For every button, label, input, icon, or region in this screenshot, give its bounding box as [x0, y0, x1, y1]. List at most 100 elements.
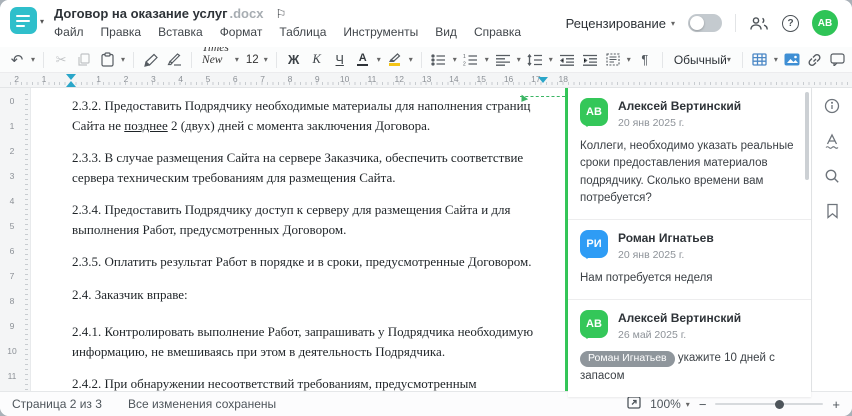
- paragraph-style-select[interactable]: Обычный ▾: [671, 53, 734, 67]
- underline-button[interactable]: Ч: [331, 50, 349, 70]
- line-spacing-caret-icon[interactable]: ▾: [549, 55, 553, 64]
- style-value: Обычный: [673, 52, 727, 67]
- paragraph[interactable]: 2.4. Заказчик вправе:: [72, 285, 539, 305]
- menu-item[interactable]: Вставка: [158, 25, 203, 39]
- italic-button[interactable]: К: [308, 50, 326, 70]
- zoom-select[interactable]: 100% ▾: [650, 397, 690, 411]
- zoom-out-button[interactable]: −: [699, 397, 707, 412]
- menu-item[interactable]: Инструменты: [343, 25, 418, 39]
- comment[interactable]: АВ Алексей Вертинский 26 май 2025 г. Ром…: [568, 299, 811, 397]
- bullet-list-caret-icon[interactable]: ▾: [453, 55, 457, 64]
- mention-chip[interactable]: Роман Игнатьев: [580, 351, 675, 368]
- comment-avatar: АВ: [580, 310, 608, 340]
- horizontal-ruler[interactable]: 2 1 1 2 3 4 5 6 7 8 9 10 11 12 13 14 15 16 17 18: [0, 73, 852, 88]
- line-spacing-button[interactable]: [526, 50, 544, 70]
- copy-icon[interactable]: [75, 50, 93, 70]
- collaboration-users-icon[interactable]: [749, 13, 769, 33]
- ruler-number: 2: [9, 146, 15, 156]
- document-page[interactable]: 2.3.2. Предоставить Подрядчику необходим…: [31, 88, 565, 391]
- ruler-number: 6: [232, 74, 238, 84]
- align-caret-icon[interactable]: ▾: [517, 55, 521, 64]
- ruler-number: 12: [394, 74, 404, 84]
- menu-item[interactable]: Формат: [220, 25, 263, 39]
- tracked-insertion: позднее: [124, 117, 168, 133]
- info-icon[interactable]: [823, 97, 841, 115]
- comment[interactable]: РИ Роман Игнатьев 20 янв 2025 г. Нам пот…: [568, 219, 811, 299]
- left-indent-marker[interactable]: [66, 81, 76, 87]
- paragraph[interactable]: 2.3.3. В случае размещения Сайта на серв…: [72, 148, 539, 187]
- panel-scrollbar[interactable]: [805, 92, 809, 180]
- nonprinting-chars-button[interactable]: ¶: [636, 50, 654, 70]
- paste-dropdown-caret-icon[interactable]: ▾: [121, 55, 125, 64]
- insert-comment-button[interactable]: [829, 50, 847, 70]
- menu-item[interactable]: Справка: [474, 25, 521, 39]
- ruler-number: 3: [9, 171, 15, 181]
- paragraph[interactable]: 2.3.4. Предоставить Подрядчику доступ к …: [72, 200, 539, 239]
- bookmark-icon[interactable]: [823, 202, 841, 220]
- bullet-list-button[interactable]: [430, 50, 448, 70]
- page-indicator[interactable]: Страница 2 из 3: [12, 397, 102, 411]
- comment-thread[interactable]: АВ Алексей Вертинский 20 янв 2025 г. Кол…: [568, 88, 811, 397]
- zoom-in-button[interactable]: +: [832, 397, 840, 412]
- paragraph-settings-caret-icon[interactable]: ▾: [627, 55, 631, 64]
- clear-formatting-button[interactable]: [165, 50, 183, 70]
- review-mode-dropdown[interactable]: Рецензирование ▾: [566, 16, 675, 31]
- insert-link-button[interactable]: [806, 50, 824, 70]
- comment-author: Роман Игнатьев: [618, 231, 714, 245]
- comment[interactable]: АВ Алексей Вертинский 20 янв 2025 г. Кол…: [568, 88, 811, 219]
- ruler-number: 1: [96, 74, 102, 84]
- logo-dropdown-caret-icon[interactable]: ▾: [40, 17, 44, 26]
- comment-text: Коллеги, необходимо указать реальные сро…: [580, 140, 794, 204]
- bold-button[interactable]: Ж: [285, 50, 303, 70]
- paragraph[interactable]: 2.3.5. Оплатить результат Работ в порядк…: [72, 252, 539, 272]
- ruler-number: 13: [421, 74, 432, 84]
- zoom-slider-handle[interactable]: [774, 399, 784, 409]
- search-icon[interactable]: [823, 167, 841, 185]
- app-logo-icon[interactable]: [10, 7, 37, 34]
- help-icon[interactable]: ?: [782, 14, 799, 32]
- zoom-caret-icon: ▾: [685, 399, 690, 409]
- undo-button[interactable]: ↶: [8, 50, 26, 70]
- vertical-ruler[interactable]: 0 1 2 3 4 5 6 7 8 9 10 11: [0, 88, 31, 391]
- paragraph[interactable]: 2.3.2. Предоставить Подрядчику необходим…: [72, 96, 539, 135]
- save-status: Все изменения сохранены: [127, 397, 277, 411]
- insert-image-button[interactable]: [783, 50, 801, 70]
- ruler-number: 10: [339, 74, 350, 84]
- numbered-list-button[interactable]: 12: [462, 50, 480, 70]
- paragraph-settings-button[interactable]: [604, 50, 622, 70]
- paragraph[interactable]: 2.4.1. Контролировать выполнение Работ, …: [72, 322, 539, 361]
- menu-item[interactable]: Вид: [435, 25, 457, 39]
- user-avatar[interactable]: АВ: [812, 10, 838, 36]
- comment-date: 20 янв 2025 г.: [618, 249, 685, 261]
- font-size-select[interactable]: 12 ▾: [246, 54, 268, 66]
- menu-item[interactable]: Таблица: [279, 25, 326, 39]
- menu-item[interactable]: Файл: [54, 25, 84, 39]
- format-painter-button[interactable]: [142, 50, 160, 70]
- right-indent-marker[interactable]: [538, 77, 548, 83]
- undo-dropdown-caret-icon[interactable]: ▾: [31, 55, 35, 64]
- increase-indent-button[interactable]: [581, 50, 599, 70]
- paragraph[interactable]: 2.4.2. При обнаружении несоответствий тр…: [72, 374, 539, 391]
- insert-table-button[interactable]: [751, 50, 769, 70]
- review-toggle[interactable]: [688, 14, 722, 32]
- font-dropdown-caret-icon: ▾: [234, 55, 239, 64]
- table-caret-icon[interactable]: ▾: [774, 55, 778, 64]
- align-button[interactable]: [494, 50, 512, 70]
- highlight-caret-icon[interactable]: ▾: [409, 55, 413, 64]
- numbered-list-caret-icon[interactable]: ▾: [485, 55, 489, 64]
- decrease-indent-button[interactable]: [558, 50, 576, 70]
- comment-text: Роман Игнатьев укажите 10 дней с запасом: [580, 350, 799, 385]
- paste-button[interactable]: [98, 50, 116, 70]
- toggle-knob: [690, 16, 704, 30]
- cut-button[interactable]: ✂: [52, 50, 70, 70]
- comment-text: Нам потребуется неделя: [580, 272, 713, 284]
- spellcheck-icon[interactable]: [823, 132, 841, 150]
- font-color-button[interactable]: А: [354, 50, 372, 70]
- flag-icon[interactable]: ⚐: [275, 7, 286, 21]
- font-color-caret-icon[interactable]: ▾: [377, 55, 381, 64]
- first-line-indent-marker[interactable]: [66, 74, 76, 80]
- highlight-color-button[interactable]: [386, 50, 404, 70]
- menu-item[interactable]: Правка: [101, 25, 142, 39]
- zoom-slider[interactable]: [715, 399, 824, 409]
- fit-page-icon[interactable]: [627, 396, 641, 412]
